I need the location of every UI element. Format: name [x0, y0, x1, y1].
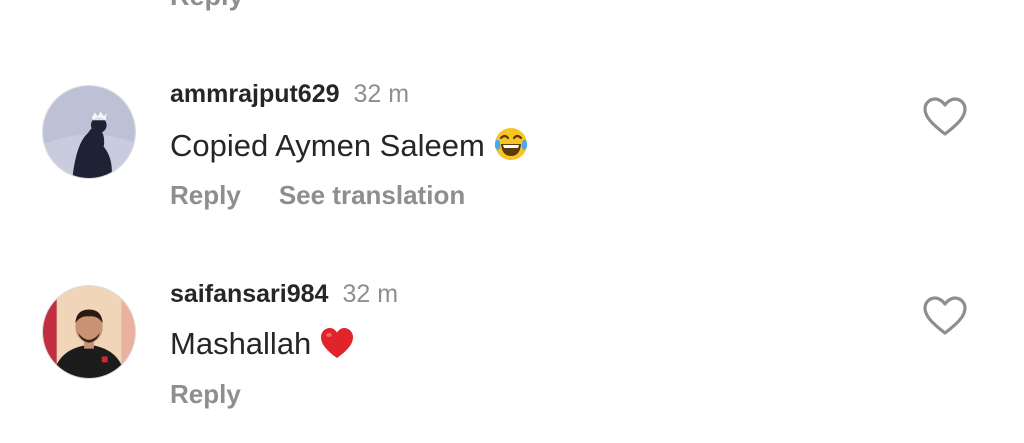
comment-time: 32 m: [342, 280, 399, 308]
heart-icon[interactable]: [922, 295, 968, 337]
laughing-emoji-icon: [493, 126, 529, 170]
avatar-image: [43, 86, 135, 178]
reply-button[interactable]: Reply: [170, 180, 241, 210]
comment-actions: Reply See translation: [170, 179, 465, 216]
comment-item: saifansari984 32 m Mashallah Reply: [0, 270, 1024, 420]
comment-header: saifansari984 32 m: [170, 278, 398, 314]
avatar[interactable]: [42, 285, 136, 379]
see-translation-button[interactable]: See translation: [279, 180, 465, 210]
comment-time: 32 m: [353, 80, 410, 108]
comment-text: Mashallah: [170, 326, 355, 368]
username[interactable]: saifansari984: [170, 280, 328, 308]
previous-comment-reply-button[interactable]: Reply: [170, 0, 244, 11]
comment-text: Copied Aymen Saleem: [170, 126, 529, 170]
comment-header: ammrajput629 32 m: [170, 78, 409, 114]
heart-icon[interactable]: [922, 96, 968, 138]
comment-actions: Reply: [170, 378, 241, 415]
comment-text-content: Mashallah: [170, 326, 312, 361]
username[interactable]: ammrajput629: [170, 80, 340, 108]
comment-item: ammrajput629 32 m Copied Aymen Saleem Rep…: [0, 70, 1024, 220]
avatar-image: [43, 286, 135, 378]
avatar[interactable]: [42, 85, 136, 179]
red-heart-emoji-icon: [319, 326, 355, 368]
reply-button[interactable]: Reply: [170, 379, 241, 409]
comment-text-content: Copied Aymen Saleem: [170, 128, 485, 163]
